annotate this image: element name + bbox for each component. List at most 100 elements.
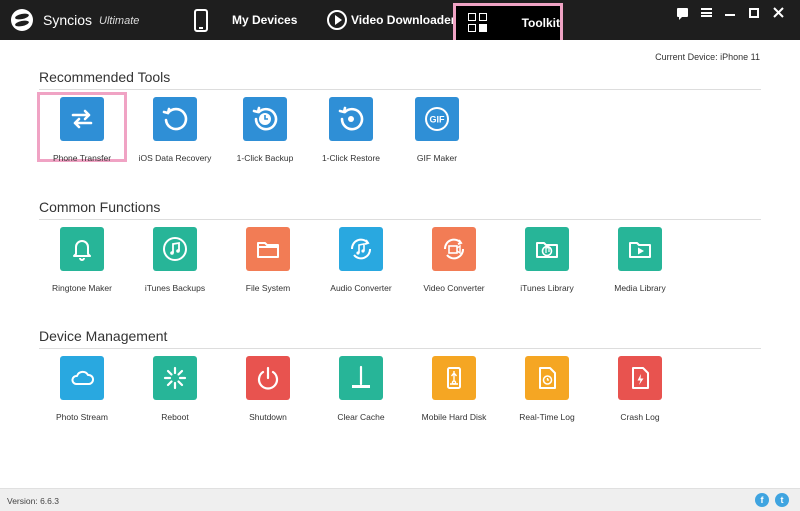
- tool-mobile-hard-disk[interactable]: Mobile Hard Disk: [408, 356, 500, 422]
- tool-shutdown[interactable]: Shutdown: [222, 356, 314, 422]
- gif-icon: GIF: [425, 107, 449, 131]
- status-bar: Version: 6.6.3 f t: [0, 488, 800, 511]
- power-icon: [257, 366, 279, 390]
- phone-icon: [194, 8, 208, 32]
- tool-1-click-restore[interactable]: 1-Click Restore: [305, 97, 397, 163]
- tool-crash-log[interactable]: Crash Log: [594, 356, 686, 422]
- tool-ios-data-recovery[interactable]: iOS Data Recovery: [129, 97, 221, 163]
- tool-1-click-backup[interactable]: 1-Click Backup: [219, 97, 311, 163]
- audio-convert-icon: [350, 238, 372, 260]
- tab-video-downloader[interactable]: Video Downloader: [327, 0, 455, 40]
- window-controls: [670, 0, 790, 25]
- tab-toolkit-label: Toolkit: [521, 16, 560, 30]
- tool-ringtone-maker[interactable]: Ringtone Maker: [36, 227, 128, 293]
- tool-tile: [60, 97, 104, 141]
- tool-label: Real-Time Log: [519, 412, 575, 422]
- tool-tile: [246, 356, 290, 400]
- minimize-button[interactable]: [718, 3, 742, 23]
- current-device-label: Current Device: iPhone 11: [655, 52, 760, 62]
- tool-tile: [618, 356, 662, 400]
- tool-tile: [618, 227, 662, 271]
- tool-media-library[interactable]: Media Library: [594, 227, 686, 293]
- tool-tile: [525, 227, 569, 271]
- feedback-button[interactable]: [670, 3, 694, 23]
- section-divider: [39, 348, 761, 349]
- tool-label: Mobile Hard Disk: [421, 412, 487, 422]
- folder-icon: [257, 242, 279, 258]
- menu-icon: [700, 8, 712, 17]
- tool-tile: [432, 356, 476, 400]
- tool-file-system[interactable]: File System: [222, 227, 314, 293]
- app-brand: Syncios Ultimate: [11, 8, 139, 32]
- tool-audio-converter[interactable]: Audio Converter: [315, 227, 407, 293]
- tool-label: Crash Log: [620, 412, 660, 422]
- cloud-icon: [71, 370, 95, 385]
- tool-label: Audio Converter: [330, 283, 392, 293]
- tool-label: Ringtone Maker: [51, 283, 112, 293]
- chat-icon: [676, 8, 688, 20]
- tool-tile: [432, 227, 476, 271]
- tab-toolkit[interactable]: Toolkit: [453, 3, 563, 40]
- music-note-icon: [163, 237, 187, 261]
- twitter-icon[interactable]: t: [775, 493, 789, 507]
- close-button[interactable]: [766, 3, 790, 23]
- tool-tile: [243, 97, 287, 141]
- app-name: Syncios: [43, 12, 93, 28]
- maximize-button[interactable]: [742, 3, 766, 23]
- tool-label: Media Library: [614, 283, 666, 293]
- title-bar: Syncios Ultimate My Devices Video Downlo…: [0, 0, 800, 40]
- tool-itunes-backups[interactable]: iTunes Backups: [129, 227, 221, 293]
- video-convert-icon: [443, 238, 465, 260]
- section-title-device-management: Device Management: [39, 328, 168, 344]
- tool-tile: [525, 356, 569, 400]
- minimize-icon: [725, 13, 735, 16]
- tool-itunes-library[interactable]: iTunes Library: [501, 227, 593, 293]
- usb-disk-icon: [447, 367, 461, 389]
- tool-photo-stream[interactable]: Photo Stream: [36, 356, 128, 422]
- tool-label: Photo Stream: [56, 412, 108, 422]
- tool-tile: [153, 227, 197, 271]
- tool-label: 1-Click Restore: [321, 153, 381, 163]
- tool-label: Video Converter: [423, 283, 485, 293]
- tool-clear-cache[interactable]: Clear Cache: [315, 356, 407, 422]
- section-divider: [39, 89, 761, 90]
- tool-video-converter[interactable]: Video Converter: [408, 227, 500, 293]
- tab-my-devices-label: My Devices: [232, 13, 298, 27]
- tab-my-devices[interactable]: My Devices: [192, 0, 297, 40]
- section-divider: [39, 219, 761, 220]
- tool-tile: [339, 227, 383, 271]
- tool-tile: [246, 227, 290, 271]
- tool-label: iOS Data Recovery: [138, 153, 212, 163]
- maximize-icon: [749, 7, 759, 18]
- media-folder-icon: [629, 242, 651, 258]
- reboot-icon: [163, 366, 187, 390]
- facebook-icon[interactable]: f: [755, 493, 769, 507]
- bell-icon: [73, 240, 91, 261]
- tool-tile: [60, 227, 104, 271]
- tool-tile: [339, 356, 383, 400]
- close-icon: [772, 7, 784, 18]
- tool-tile: [60, 356, 104, 400]
- backup-clock-icon: [252, 106, 278, 131]
- app-edition: Ultimate: [99, 15, 140, 27]
- svg-text:GIF: GIF: [430, 115, 446, 125]
- broom-icon: [352, 365, 370, 388]
- tool-label: iTunes Library: [520, 283, 574, 293]
- recovery-icon: [162, 107, 188, 131]
- tool-label: Phone Transfer: [52, 153, 112, 163]
- tool-phone-transfer[interactable]: Phone Transfer: [36, 97, 128, 163]
- menu-button[interactable]: [694, 3, 718, 23]
- tool-reboot[interactable]: Reboot: [129, 356, 221, 422]
- tool-tile: [329, 97, 373, 141]
- section-title-recommended: Recommended Tools: [39, 69, 171, 85]
- section-title-common: Common Functions: [39, 199, 161, 215]
- tool-gif-maker[interactable]: GIF GIF Maker: [391, 97, 483, 163]
- crash-log-icon: [632, 367, 649, 389]
- version-label: Version: 6.6.3: [7, 496, 59, 506]
- tool-label: Clear Cache: [337, 412, 385, 422]
- grid-icon: [468, 13, 488, 33]
- tool-label: Shutdown: [249, 412, 287, 422]
- tool-label: Reboot: [161, 412, 189, 422]
- tool-real-time-log[interactable]: Real-Time Log: [501, 356, 593, 422]
- syncios-logo-icon: [11, 9, 33, 31]
